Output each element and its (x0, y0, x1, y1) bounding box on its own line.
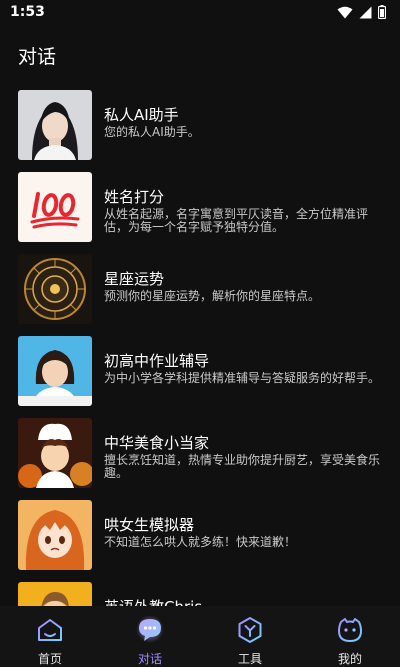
student-girl-avatar (18, 336, 92, 406)
chat-item-horoscope[interactable]: 星座运势 预测你的星座运势，解析你的星座特点。 (0, 252, 400, 334)
cellular-signal-icon (359, 6, 372, 19)
chat-name: 星座运势 (104, 270, 165, 288)
profile-face-icon (335, 615, 365, 645)
chat-item-comfort-girl-simulator[interactable]: 哄女生模拟器 不知道怎么哄人就多练！快来道歉！ (0, 498, 400, 580)
status-bar: 1:53 (0, 0, 400, 26)
tools-hexagon-icon (235, 615, 265, 645)
chat-description: 从姓名起源，名字寓意到平仄读音，全方位精准评估，为每一个名字赋予独特分值。 (104, 207, 369, 234)
home-icon (35, 615, 65, 645)
page-title: 对话 (18, 46, 57, 68)
battery-icon (378, 5, 386, 19)
nav-label: 工具 (237, 652, 262, 666)
chat-name: 初高中作业辅导 (104, 352, 210, 370)
chat-name: 英语外教Chris (104, 596, 202, 606)
chat-bubble-icon (135, 615, 165, 645)
chat-name: 姓名打分 (104, 188, 165, 206)
chat-description: 擅长烹饪知道，热情专业助你提升厨艺，享受美食乐趣。 (104, 453, 381, 480)
chat-item-chinese-cuisine[interactable]: 中华美食小当家 擅长烹饪知道，热情专业助你提升厨艺，享受美食乐趣。 (0, 416, 400, 498)
chat-name: 哄女生模拟器 (104, 516, 195, 534)
bottom-nav: 首页 对话 工具 我的 (0, 606, 400, 667)
chat-name: 中华美食小当家 (104, 434, 210, 452)
chat-item-english-tutor[interactable]: 英语外教Chris (0, 580, 400, 606)
english-teacher-avatar (18, 582, 92, 606)
100-points-emoji-avatar (18, 172, 92, 242)
chat-list: 私人AI助手 您的私人AI助手。 姓名打分 从姓名起源，名字寓意到平仄读音，全方… (0, 88, 400, 606)
chat-description: 预测你的星座运势，解析你的星座特点。 (104, 289, 321, 303)
chat-description: 您的私人AI助手。 (104, 125, 200, 139)
woman-portrait-avatar (18, 90, 92, 160)
nav-tab-chat[interactable]: 对话 (100, 606, 200, 667)
nav-label: 对话 (137, 652, 162, 666)
chat-name: 私人AI助手 (104, 106, 179, 124)
status-icons (337, 5, 386, 19)
status-time: 1:53 (10, 4, 45, 20)
chat-description: 为中小学各学科提供精准辅导与答疑服务的好帮手。 (104, 371, 381, 385)
chat-description: 不知道怎么哄人就多练！快来道歉！ (104, 535, 297, 549)
zodiac-wheel-avatar (18, 254, 92, 324)
chat-item-homework-tutor[interactable]: 初高中作业辅导 为中小学各学科提供精准辅导与答疑服务的好帮手。 (0, 334, 400, 416)
nav-tab-tools[interactable]: 工具 (200, 606, 300, 667)
chat-item-private-assistant[interactable]: 私人AI助手 您的私人AI助手。 (0, 88, 400, 170)
app-screen: 1:53 对话 私人AI助手 您的私人AI助手。 姓名打分 从姓名起源，名字寓意… (0, 0, 400, 667)
chef-boy-avatar (18, 418, 92, 488)
anime-girl-avatar (18, 500, 92, 570)
nav-tab-home[interactable]: 首页 (0, 606, 100, 667)
wifi-icon (337, 6, 353, 19)
chat-item-name-scoring[interactable]: 姓名打分 从姓名起源，名字寓意到平仄读音，全方位精准评估，为每一个名字赋予独特分… (0, 170, 400, 252)
nav-tab-profile[interactable]: 我的 (300, 606, 400, 667)
nav-label: 首页 (37, 652, 62, 666)
nav-label: 我的 (337, 652, 362, 666)
